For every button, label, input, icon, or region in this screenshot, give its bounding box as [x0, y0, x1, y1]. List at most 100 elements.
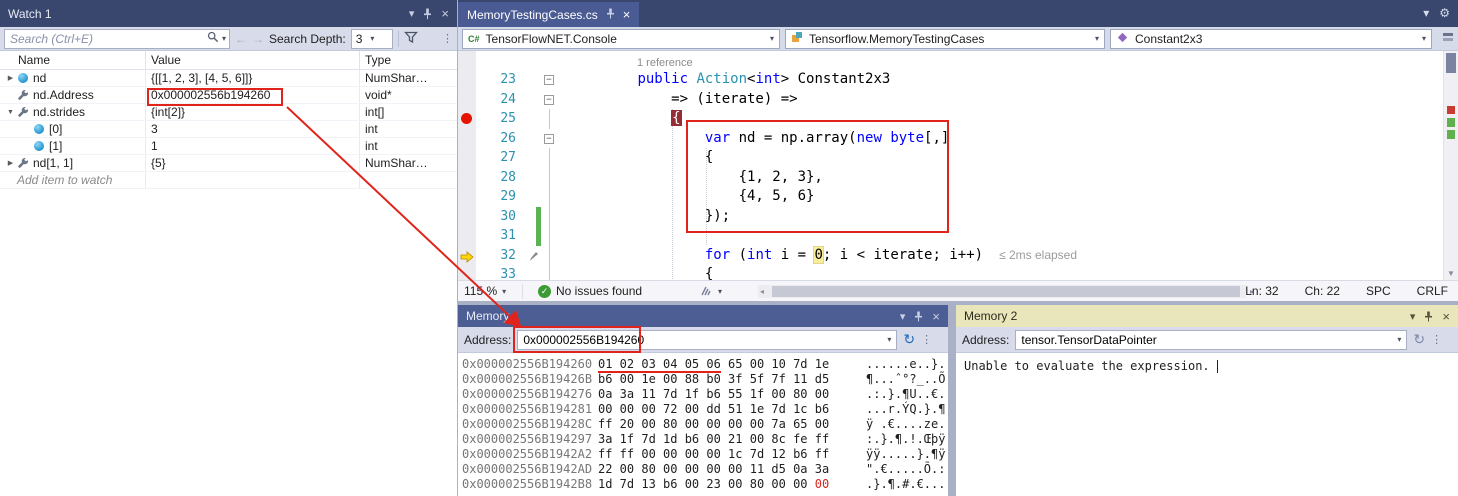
watch-titlebar[interactable]: Watch 1 ▾ ×: [0, 0, 457, 27]
split-window-icon[interactable]: [1442, 31, 1454, 46]
current-statement-arrow[interactable]: [458, 246, 476, 266]
memory-hex-bytes[interactable]: 22 00 80 00 00 00 00 11 d5 0a 3a: [598, 462, 866, 477]
expander-collapsed-icon[interactable]: ▶: [4, 159, 17, 167]
memory2-titlebar[interactable]: Memory 2 ▾ ×: [956, 305, 1458, 327]
tab-pin-icon[interactable]: [606, 8, 615, 22]
code-text[interactable]: var nd = np.array(new byte[,]: [559, 129, 949, 149]
member-dropdown[interactable]: Constant2x3 ▾: [1110, 29, 1432, 49]
memory-hex-bytes[interactable]: 0a 3a 11 7d 1f b6 55 1f 00 80 00: [598, 387, 866, 402]
memory-hex-bytes[interactable]: 1d 7d 13 b6 00 23 00 80 00 00 00: [598, 477, 866, 492]
expander-collapsed-icon[interactable]: ▶: [4, 74, 17, 82]
chevron-down-icon[interactable]: ▾: [1397, 335, 1401, 344]
watch-value-cell[interactable]: 0x000002556b194260: [146, 87, 360, 103]
refresh-icon[interactable]: ↻: [1413, 331, 1425, 348]
close-icon[interactable]: ×: [932, 309, 940, 324]
window-menu-chevron-icon[interactable]: ▾: [1410, 310, 1416, 323]
breakpoint-dot-icon[interactable]: [461, 113, 472, 124]
search-next-icon[interactable]: →: [252, 32, 264, 46]
editor-horizontal-scrollbar[interactable]: ◂ ▸: [758, 285, 1246, 298]
document-tab[interactable]: MemoryTestingCases.cs ×: [458, 2, 639, 27]
document-list-chevron-icon[interactable]: ▾: [1423, 6, 1429, 20]
scroll-left-arrow-icon[interactable]: ◂: [760, 285, 764, 298]
memory-hex-bytes[interactable]: b6 00 1e 00 88 b0 3f 5f 7f 11 d5: [598, 372, 866, 387]
memory2-address-input[interactable]: [1021, 333, 1393, 347]
collapse-minus-icon[interactable]: −: [544, 134, 554, 144]
toolbar-overflow-icon[interactable]: ⋮: [1431, 333, 1442, 346]
search-input[interactable]: [10, 32, 204, 46]
watch-row[interactable]: ▼nd.strides{int[2]}int[]: [0, 104, 457, 121]
collapse-minus-icon[interactable]: −: [544, 95, 554, 105]
watch-row[interactable]: [1]1int: [0, 138, 457, 155]
code-text[interactable]: public Action<int> Constant2x3: [559, 70, 890, 90]
watch-name-cell[interactable]: nd.Address: [0, 87, 146, 103]
line-indicator[interactable]: Ln: 32: [1245, 284, 1278, 298]
fold-collapse-box[interactable]: −: [541, 129, 559, 149]
watch-search-box[interactable]: ▾: [4, 29, 230, 49]
breakpoint-indicator[interactable]: [458, 109, 476, 129]
pin-icon[interactable]: [423, 8, 432, 20]
code-cleanup-icon[interactable]: ▾: [700, 281, 722, 301]
memory-row[interactable]: 0x000002556B1942973a 1f 7d 1d b6 00 21 0…: [462, 432, 948, 447]
code-text[interactable]: => (iterate) =>: [559, 90, 798, 110]
memory1-titlebar[interactable]: Memory 1 ▾ ×: [458, 305, 948, 327]
watch-name-cell[interactable]: ▼nd.strides: [0, 104, 146, 120]
collapse-minus-icon[interactable]: −: [544, 75, 554, 85]
memory1-address-input[interactable]: [523, 333, 883, 347]
code-text[interactable]: {4, 5, 6}: [559, 187, 814, 207]
memory-row[interactable]: 0x000002556B19426001 02 03 04 05 06 65 0…: [462, 357, 948, 372]
issues-indicator[interactable]: ✓ No issues found: [538, 281, 642, 301]
scrollbar-thumb[interactable]: [772, 286, 1240, 297]
search-icon[interactable]: [207, 31, 219, 46]
memory-row[interactable]: 0x000002556B1942AD22 00 80 00 00 00 00 1…: [462, 462, 948, 477]
window-menu-chevron-icon[interactable]: ▾: [409, 7, 415, 20]
memory2-content[interactable]: Unable to evaluate the expression.: [956, 353, 1458, 379]
memory-hex-bytes[interactable]: ff 20 00 80 00 00 00 00 7a 65 00: [598, 417, 866, 432]
memory-hex-bytes[interactable]: ff ff 00 00 00 00 1c 7d 12 b6 ff: [598, 447, 866, 462]
column-indicator[interactable]: Ch: 22: [1305, 284, 1340, 298]
watch-name-cell[interactable]: Add item to watch: [0, 172, 146, 188]
watch-value-cell[interactable]: 3: [146, 121, 360, 137]
scrollbar-thumb[interactable]: [1446, 53, 1456, 73]
memory1-address-combo[interactable]: ▾: [517, 330, 897, 350]
space-mode-indicator[interactable]: SPC: [1366, 284, 1391, 298]
zoom-dropdown[interactable]: 115 % ▾: [464, 281, 506, 301]
watch-row[interactable]: nd.Address0x000002556b194260void*: [0, 87, 457, 104]
fold-collapse-box[interactable]: −: [541, 90, 559, 110]
search-depth-dropdown[interactable]: 3 ▾: [351, 29, 393, 49]
column-header-name[interactable]: Name: [0, 51, 146, 69]
refresh-icon[interactable]: ↻: [903, 331, 915, 348]
code-area[interactable]: 1 reference23− public Action<int> Consta…: [458, 51, 1443, 280]
code-text[interactable]: {1, 2, 3},: [559, 168, 823, 188]
chevron-down-icon[interactable]: ▾: [887, 335, 891, 344]
memory-hex-bytes[interactable]: 01 02 03 04 05 06 65 00 10 7d 1e: [598, 357, 866, 372]
memory-row[interactable]: 0x000002556B19428100 00 00 72 00 dd 51 1…: [462, 402, 948, 417]
close-icon[interactable]: ×: [441, 6, 449, 21]
watch-value-cell[interactable]: {int[2]}: [146, 104, 360, 120]
toolbar-overflow-icon[interactable]: ⋮: [921, 333, 932, 346]
watch-add-row[interactable]: Add item to watch: [0, 172, 457, 189]
toolbar-overflow-icon[interactable]: ⋮: [442, 32, 453, 45]
project-dropdown[interactable]: C# TensorFlowNET.Console ▾: [462, 29, 780, 49]
code-text[interactable]: [559, 226, 570, 246]
code-text[interactable]: 1 reference: [559, 56, 693, 70]
code-text[interactable]: });: [559, 207, 730, 227]
watch-value-cell[interactable]: {[[1, 2, 3], [4, 5, 6]]}: [146, 70, 360, 86]
scroll-down-arrow-icon[interactable]: ▼: [1444, 269, 1458, 278]
pin-icon[interactable]: [1424, 311, 1433, 322]
memory2-address-combo[interactable]: ▾: [1015, 330, 1407, 350]
code-text[interactable]: {: [559, 148, 713, 168]
search-prev-icon[interactable]: ←: [235, 32, 247, 46]
watch-name-cell[interactable]: ▶nd[1, 1]: [0, 155, 146, 171]
watch-name-cell[interactable]: [1]: [0, 138, 146, 154]
memory-row[interactable]: 0x000002556B19426Bb6 00 1e 00 88 b0 3f 5…: [462, 372, 948, 387]
pin-icon[interactable]: [914, 311, 923, 322]
memory-row[interactable]: 0x000002556B1942A2ff ff 00 00 00 00 1c 7…: [462, 447, 948, 462]
editor-vertical-scrollbar[interactable]: ▼: [1443, 51, 1458, 280]
close-icon[interactable]: ×: [1442, 309, 1450, 324]
memory1-hex-dump[interactable]: 0x000002556B19426001 02 03 04 05 06 65 0…: [458, 353, 948, 492]
perf-tip[interactable]: ≤ 2ms elapsed: [999, 246, 1077, 266]
watch-value-cell[interactable]: [146, 172, 360, 188]
line-ending-indicator[interactable]: CRLF: [1417, 284, 1448, 298]
code-text[interactable]: {: [559, 265, 713, 280]
column-header-type[interactable]: Type: [360, 51, 457, 69]
